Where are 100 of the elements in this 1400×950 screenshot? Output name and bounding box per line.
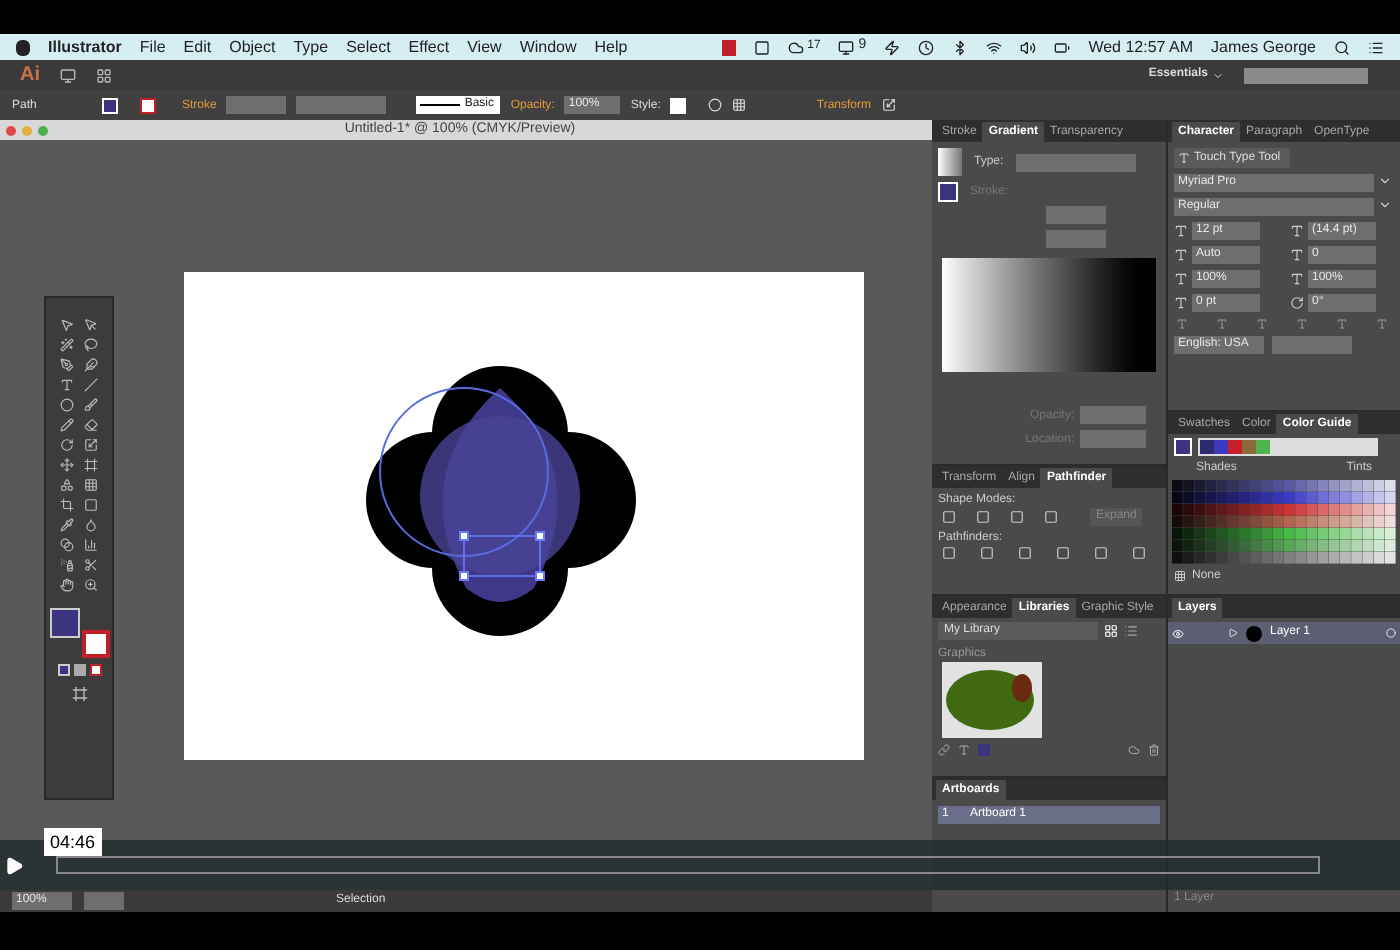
color-icon[interactable] <box>978 744 990 756</box>
align-icon[interactable] <box>732 98 747 112</box>
gradient-swatch[interactable] <box>938 148 962 176</box>
pencil-icon[interactable] <box>60 418 74 432</box>
type-icon[interactable] <box>60 378 74 392</box>
harmony-swatch[interactable] <box>1214 440 1228 454</box>
menu-item[interactable]: Type <box>293 35 329 59</box>
menu-item[interactable]: File <box>139 35 166 59</box>
bar-chart-icon[interactable] <box>84 538 98 552</box>
rotation-icon <box>1290 296 1304 310</box>
square-icon[interactable] <box>84 498 98 512</box>
artboard-field[interactable] <box>84 892 124 910</box>
arrow-pointer-icon[interactable] <box>60 318 74 332</box>
stroke-swatch[interactable] <box>81 630 109 658</box>
hollow-pointer-icon[interactable] <box>84 318 98 332</box>
clock-icon[interactable] <box>918 39 935 55</box>
frame-icon[interactable] <box>84 458 98 472</box>
search-field[interactable] <box>1244 67 1368 83</box>
type-field[interactable] <box>1015 153 1136 171</box>
type-icon[interactable] <box>958 744 970 756</box>
list-view-icon[interactable] <box>1124 624 1138 638</box>
menu-item[interactable]: Select <box>346 35 391 59</box>
scale-icon[interactable] <box>84 438 98 452</box>
grid-icon[interactable] <box>84 478 98 492</box>
square-icon[interactable] <box>753 39 770 55</box>
pen-icon[interactable] <box>60 358 74 372</box>
bluetooth-icon[interactable] <box>952 39 969 55</box>
aspect-field[interactable] <box>1046 230 1106 248</box>
trash-icon[interactable] <box>1148 744 1160 756</box>
close-icon[interactable] <box>6 125 16 135</box>
menu-item[interactable]: Edit <box>183 35 212 59</box>
variable-width-field[interactable] <box>296 96 387 114</box>
line-icon[interactable] <box>84 378 98 392</box>
droplet-icon[interactable] <box>84 518 98 532</box>
scale-icon[interactable] <box>881 98 895 112</box>
none-mode-icon[interactable] <box>89 664 101 676</box>
menu-item[interactable]: Help <box>594 35 628 59</box>
wifi-icon[interactable] <box>986 39 1003 55</box>
circle-icon[interactable] <box>708 98 723 112</box>
base-color-swatch[interactable] <box>1174 438 1192 456</box>
swatch-library-icon[interactable] <box>1174 570 1186 582</box>
blend-icon[interactable] <box>60 538 74 552</box>
menu-item[interactable]: Object <box>229 35 276 59</box>
stroke-weight-field[interactable] <box>226 96 287 114</box>
angle-field[interactable] <box>1046 206 1106 224</box>
harmony-swatch[interactable] <box>1200 440 1214 454</box>
play-button[interactable] <box>4 855 24 875</box>
screen-mode-icon[interactable] <box>71 686 87 702</box>
notification-icon[interactable] <box>721 39 736 55</box>
circle-icon[interactable] <box>60 398 74 412</box>
harmony-swatch[interactable] <box>1228 440 1242 454</box>
rotate-icon[interactable] <box>60 438 74 452</box>
hand-icon[interactable] <box>60 578 74 592</box>
clock-text[interactable]: Wed 12:57 AM <box>1088 35 1194 59</box>
menu-item[interactable]: Window <box>519 35 577 59</box>
bolt-icon[interactable] <box>884 39 901 55</box>
list-icon[interactable] <box>1368 39 1384 55</box>
brush-icon[interactable] <box>84 398 98 412</box>
eraser-icon[interactable] <box>84 418 98 432</box>
color-mode-icon[interactable] <box>57 664 69 676</box>
feather-icon[interactable] <box>84 358 98 372</box>
progress-track[interactable] <box>56 856 1320 874</box>
shapes-icon[interactable] <box>60 478 74 492</box>
user-name[interactable]: James George <box>1211 35 1316 59</box>
fill-stroke-icon[interactable] <box>938 182 958 202</box>
link-icon[interactable] <box>938 744 950 756</box>
target-icon[interactable] <box>1386 628 1396 638</box>
graphic-thumbnail[interactable] <box>942 662 1042 738</box>
caret-icon <box>1212 69 1224 81</box>
apple-icon[interactable] <box>16 39 30 55</box>
move-icon[interactable] <box>60 458 74 472</box>
style-swatch[interactable] <box>670 97 687 113</box>
opacity-field[interactable] <box>1080 406 1146 424</box>
cloud-icon[interactable] <box>787 39 804 55</box>
menu-item[interactable]: View <box>467 35 502 59</box>
zoom-icon[interactable] <box>84 578 98 592</box>
menu-item[interactable]: Illustrator <box>48 35 122 59</box>
monitor-icon[interactable] <box>838 39 855 55</box>
lasso-icon[interactable] <box>84 338 98 352</box>
color-variations-grid[interactable] <box>1172 480 1396 564</box>
scissors-icon[interactable] <box>84 558 98 572</box>
battery-icon[interactable] <box>1054 39 1071 55</box>
layout-icon[interactable] <box>96 67 112 83</box>
volume-icon[interactable] <box>1020 39 1037 55</box>
window-icon[interactable] <box>60 67 76 83</box>
search-icon[interactable] <box>1334 39 1350 55</box>
grid-view-icon[interactable] <box>1104 624 1118 638</box>
harmony-swatch[interactable] <box>1256 440 1270 454</box>
location-field[interactable] <box>1080 430 1146 448</box>
fill-swatch[interactable] <box>49 608 79 638</box>
harmony-swatch[interactable] <box>1242 440 1256 454</box>
stroke-swatch[interactable] <box>140 97 156 113</box>
harmony-field[interactable] <box>1198 438 1378 456</box>
expand-arrow-icon[interactable] <box>1228 628 1238 638</box>
wand-icon[interactable] <box>60 338 74 352</box>
gradient-mode-icon[interactable] <box>73 664 85 676</box>
eye-icon[interactable] <box>1172 627 1184 639</box>
menu-item[interactable]: Effect <box>408 35 450 59</box>
anti-alias-field[interactable] <box>1272 336 1352 354</box>
eyedropper-icon[interactable] <box>60 518 74 532</box>
